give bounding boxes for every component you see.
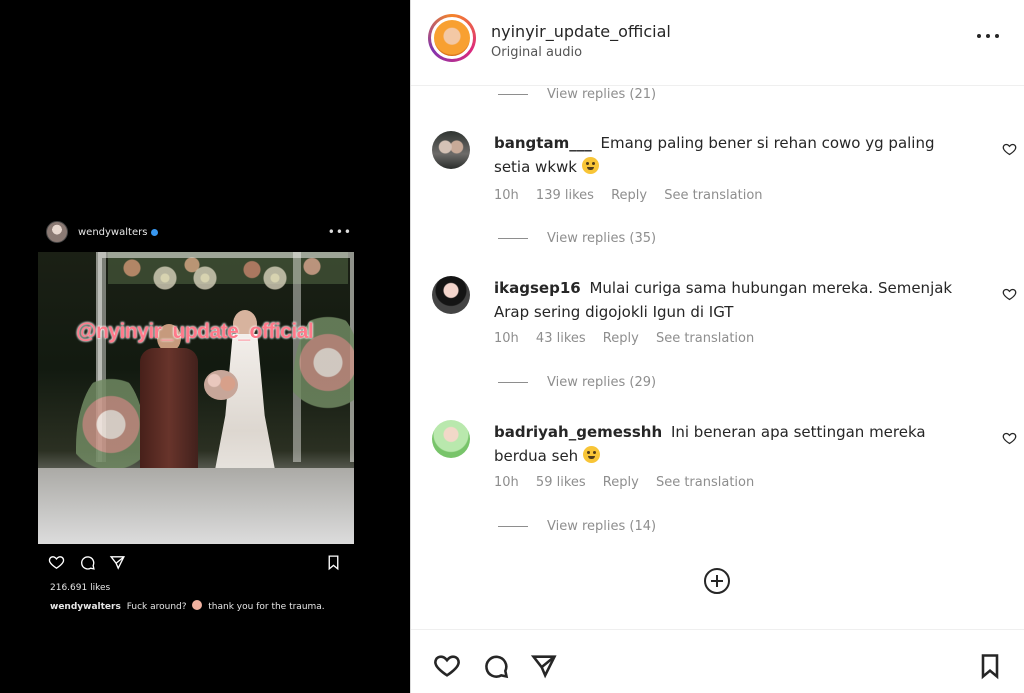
- commenter-avatar[interactable]: [432, 276, 470, 314]
- comments-sidebar: nyinyir_update_official Original audio V…: [410, 0, 1024, 693]
- reply-divider: [498, 525, 528, 527]
- embedded-user-avatar: [46, 221, 68, 243]
- comment-time: 10h: [494, 475, 519, 490]
- view-replies-label: View replies (35): [547, 230, 657, 246]
- embedded-more-icon: •••: [327, 225, 352, 239]
- reply-button[interactable]: Reply: [611, 188, 647, 203]
- verified-badge-icon: [151, 228, 159, 236]
- see-translation-button[interactable]: See translation: [656, 331, 754, 346]
- chandelier: [258, 266, 292, 290]
- bridal-bouquet: [204, 370, 238, 400]
- comment-like-icon[interactable]: [1002, 431, 1017, 446]
- comment-likes[interactable]: 139 likes: [536, 188, 594, 203]
- embedded-post-header: wendywalters •••: [46, 221, 352, 243]
- embedded-username: wendywalters: [78, 226, 148, 238]
- embedded-caption-text-after: thank you for the trauma.: [208, 602, 325, 612]
- comment-list: View replies (21) bangtam___ Emang palin…: [411, 86, 1024, 629]
- commenter-avatar[interactable]: [432, 131, 470, 169]
- more-horizontal-icon[interactable]: [977, 34, 999, 40]
- comment-body: bangtam___ Emang paling bener si rehan c…: [494, 131, 968, 179]
- view-replies-label: View replies (21): [547, 86, 657, 102]
- embedded-caption-emoji-icon: [192, 600, 203, 610]
- bookmark-icon[interactable]: [976, 652, 1004, 680]
- media-pane: wendywalters ••• @nyinyir_update_officia…: [0, 0, 410, 693]
- watermark-text: @nyinyir_update_official: [76, 320, 314, 343]
- embedded-likes-count: 216.691 likes: [50, 583, 111, 593]
- author-name[interactable]: nyinyir_update_official: [491, 22, 671, 41]
- send-icon[interactable]: [530, 652, 558, 680]
- embedded-actions: [48, 554, 344, 574]
- reply-button[interactable]: Reply: [603, 331, 639, 346]
- floor: [38, 468, 354, 544]
- embedded-caption-username: wendywalters: [50, 602, 121, 612]
- comment-icon[interactable]: [482, 652, 510, 680]
- view-replies-label: View replies (29): [547, 374, 657, 390]
- comment-meta: 10h 59 likes Reply See translation: [494, 475, 767, 490]
- heart-icon[interactable]: [433, 652, 461, 680]
- view-replies-link[interactable]: View replies (14): [498, 517, 656, 535]
- view-replies-link[interactable]: View replies (29): [498, 373, 656, 391]
- embedded-caption: wendywalters Fuck around? thank you for …: [50, 600, 325, 612]
- wedding-photo: @nyinyir_update_official: [38, 252, 354, 544]
- view-replies-link[interactable]: View replies (21): [498, 85, 656, 103]
- see-translation-button[interactable]: See translation: [656, 475, 754, 490]
- chandelier: [148, 266, 182, 290]
- comment-body: ikagsep16 Mulai curiga sama hubungan mer…: [494, 276, 968, 324]
- sad-emoji-icon: [582, 446, 600, 463]
- post-header: nyinyir_update_official Original audio: [411, 0, 1024, 86]
- comment-like-icon[interactable]: [1002, 287, 1017, 302]
- comment-username[interactable]: badriyah_gemesshh: [494, 423, 662, 441]
- comment-time: 10h: [494, 188, 519, 203]
- laughing-emoji-icon: [581, 157, 599, 174]
- comment-likes[interactable]: 43 likes: [536, 331, 586, 346]
- comment-username[interactable]: ikagsep16: [494, 279, 581, 297]
- reply-divider: [498, 93, 528, 95]
- embedded-send-icon: [109, 556, 125, 570]
- plus-circle-icon[interactable]: [704, 568, 730, 594]
- comment-username[interactable]: bangtam___: [494, 134, 592, 152]
- view-replies-label: View replies (14): [547, 518, 657, 534]
- commenter-avatar[interactable]: [432, 420, 470, 458]
- comment-body: badriyah_gemesshh Ini beneran apa settin…: [494, 420, 968, 468]
- comment-like-icon[interactable]: [1002, 142, 1017, 157]
- audio-label[interactable]: Original audio: [491, 45, 582, 60]
- reply-divider: [498, 381, 528, 383]
- comment-meta: 10h 139 likes Reply See translation: [494, 188, 776, 203]
- embedded-comment-icon: [81, 556, 95, 570]
- comment-meta: 10h 43 likes Reply See translation: [494, 331, 767, 346]
- author-avatar-image: [431, 17, 473, 59]
- comment-time: 10h: [494, 331, 519, 346]
- author-avatar[interactable]: [428, 14, 476, 62]
- chandelier: [188, 266, 222, 290]
- reply-button[interactable]: Reply: [603, 475, 639, 490]
- embedded-heart-icon: [48, 556, 65, 569]
- reply-divider: [498, 237, 528, 239]
- embedded-caption-text: Fuck around?: [126, 602, 187, 612]
- view-replies-link[interactable]: View replies (35): [498, 229, 656, 247]
- comment-likes[interactable]: 59 likes: [536, 475, 586, 490]
- see-translation-button[interactable]: See translation: [664, 188, 762, 203]
- embedded-bookmark-icon: [328, 555, 339, 571]
- post-actions: [411, 629, 1024, 693]
